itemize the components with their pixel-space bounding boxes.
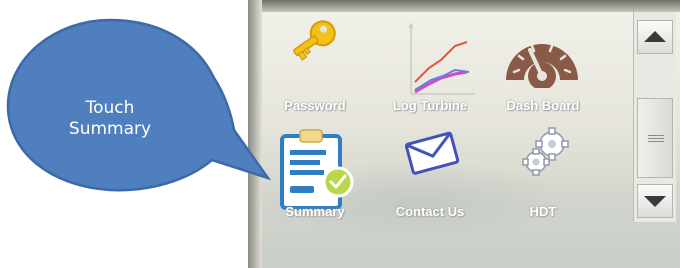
scroll-thumb[interactable]: [637, 98, 673, 178]
scroll-up-arrow-icon: [644, 31, 666, 42]
callout-line-2: Summary: [68, 119, 152, 139]
scroll-down-button[interactable]: [637, 184, 673, 218]
tile-contact-us-label: Contact Us: [395, 204, 465, 219]
callout-line-1: Touch: [85, 98, 135, 118]
vertical-scrollbar[interactable]: [633, 12, 676, 222]
tile-hdt[interactable]: HDT: [488, 122, 598, 222]
thumb-grip: [648, 135, 664, 136]
tile-contact-us[interactable]: Contact Us: [375, 122, 485, 222]
tile-dash-board[interactable]: Dash Board: [488, 14, 598, 118]
tile-log-turbine[interactable]: Log Turbine: [375, 14, 485, 118]
thumb-grip: [648, 138, 664, 139]
line-chart-icon: [408, 22, 475, 95]
gears-icon: [522, 127, 569, 176]
scroll-down-arrow-icon: [644, 196, 666, 207]
callout-text: Touch Summary: [50, 98, 170, 140]
thumb-grip: [648, 141, 664, 142]
gauge-icon: [506, 44, 578, 88]
callout-bubble: Touch Summary: [0, 0, 300, 210]
tile-dash-board-label: Dash Board: [506, 98, 580, 113]
scroll-up-button[interactable]: [637, 20, 673, 54]
touch-screen: Password Log Turbine Dash Board Summary …: [248, 0, 680, 268]
tile-log-turbine-label: Log Turbine: [392, 98, 468, 113]
tile-hdt-label: HDT: [529, 204, 557, 219]
envelope-icon: [404, 131, 460, 175]
